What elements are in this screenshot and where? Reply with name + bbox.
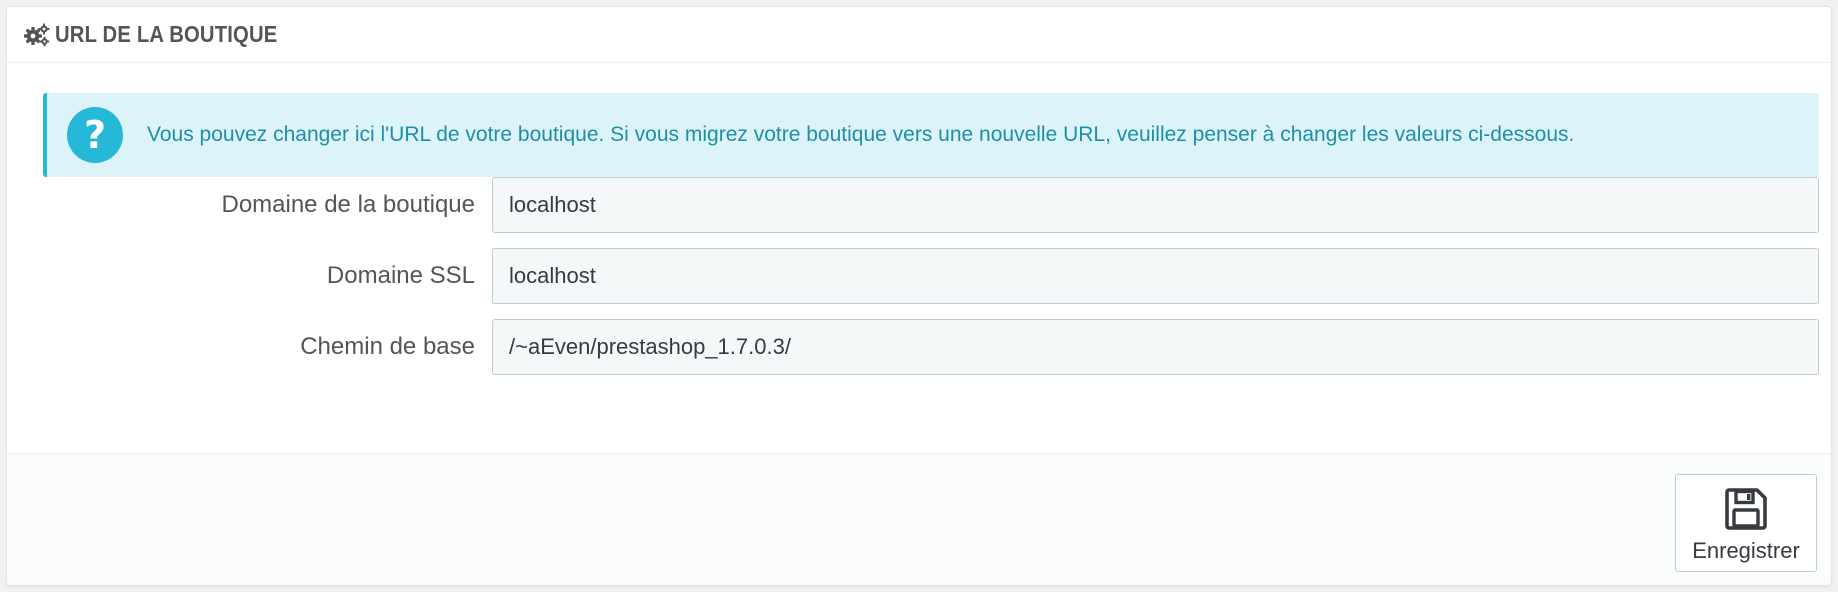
info-alert: ? Vous pouvez changer ici l'URL de votre…	[43, 93, 1819, 177]
panel-title: URL DE LA BOUTIQUE	[55, 21, 278, 47]
shop-url-panel: URL DE LA BOUTIQUE ? Vous pouvez changer…	[6, 6, 1832, 586]
form-row-base-path: Chemin de base	[7, 319, 1831, 375]
question-icon: ?	[67, 107, 123, 163]
shop-domain-input[interactable]	[492, 177, 1819, 233]
base-path-input[interactable]	[492, 319, 1819, 375]
alert-message: Vous pouvez changer ici l'URL de votre b…	[147, 123, 1575, 146]
panel-heading: URL DE LA BOUTIQUE	[7, 7, 1831, 63]
shop-domain-label: Domaine de la boutique	[221, 191, 475, 218]
ssl-domain-input[interactable]	[492, 248, 1819, 304]
floppy-disk-icon	[1723, 486, 1769, 532]
save-button[interactable]: Enregistrer	[1675, 474, 1817, 572]
base-path-label: Chemin de base	[300, 333, 475, 360]
save-button-label: Enregistrer	[1692, 538, 1800, 563]
form-row-shop-domain: Domaine de la boutique	[7, 177, 1831, 233]
form-row-ssl-domain: Domaine SSL	[7, 248, 1831, 304]
cogs-icon	[23, 21, 51, 49]
ssl-domain-label: Domaine SSL	[326, 262, 475, 289]
panel-footer: Enregistrer	[7, 453, 1831, 585]
